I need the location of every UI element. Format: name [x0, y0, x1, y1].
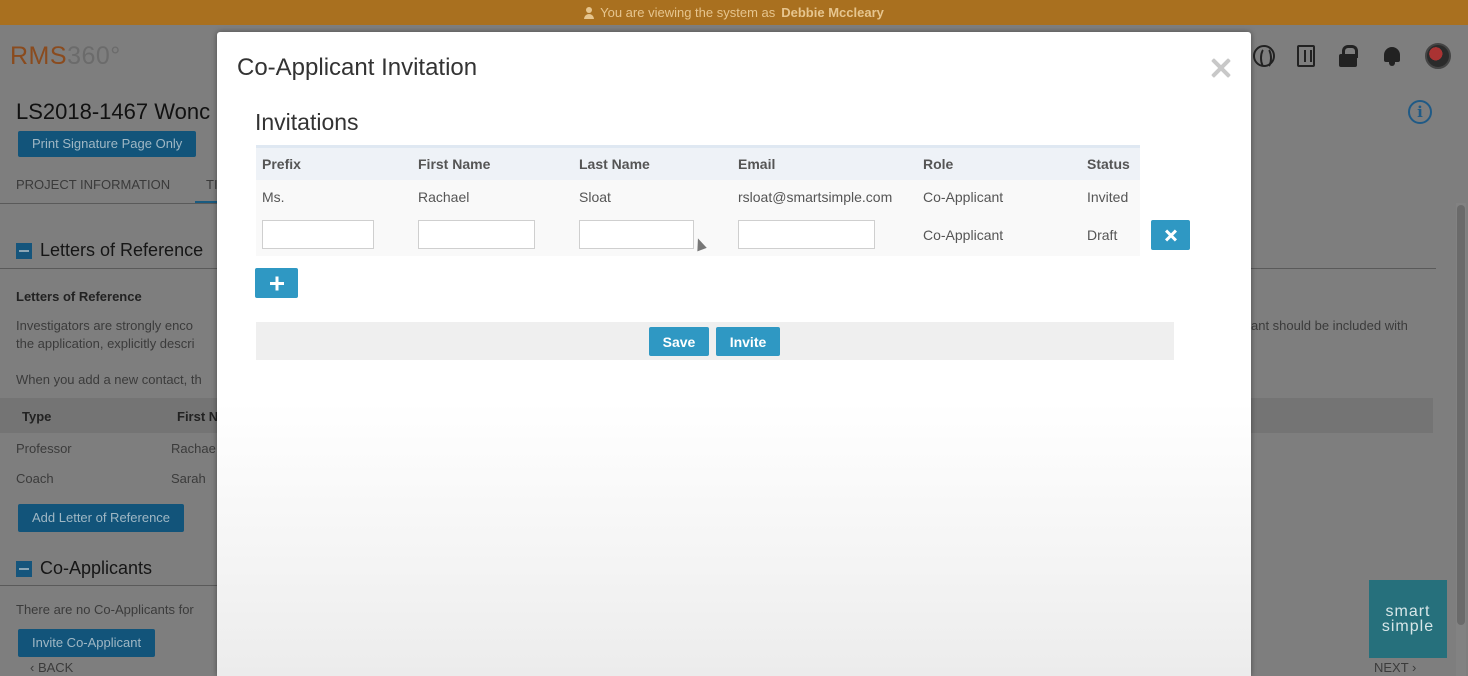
col-prefix: Prefix — [256, 145, 412, 180]
last-name-input[interactable] — [579, 220, 694, 249]
banner-user: Debbie Mccleary — [781, 5, 884, 20]
next-link[interactable]: NEXT › — [1374, 660, 1416, 675]
print-signature-button[interactable]: Print Signature Page Only — [18, 131, 197, 157]
banner-text: You are viewing the system as — [600, 5, 776, 20]
page-title: LS2018-1467 Wonc — [16, 99, 211, 124]
invite-coapplicant-button[interactable]: Invite Co-Applicant — [18, 629, 156, 657]
tab-second[interactable]: TI — [206, 177, 218, 192]
letter-row-type: Coach — [16, 471, 54, 486]
col-status: Status — [1081, 145, 1140, 180]
add-letter-button[interactable]: Add Letter of Reference — [18, 504, 185, 532]
save-button[interactable]: Save — [649, 327, 709, 356]
add-row-button[interactable] — [255, 268, 298, 298]
cell-first-name — [412, 213, 573, 256]
modal-body-empty — [217, 402, 1251, 676]
letter-row-first: Sarah — [171, 471, 206, 486]
watermark-line2: simple — [1381, 618, 1435, 635]
coapplicants-section-heading[interactable]: Co-Applicants — [16, 558, 152, 579]
plus-icon — [269, 276, 284, 290]
cell-prefix — [256, 213, 412, 256]
prefix-input[interactable] — [262, 220, 374, 249]
remove-row-button[interactable] — [1151, 220, 1190, 250]
section-divider — [0, 585, 217, 586]
user-icon — [584, 6, 595, 19]
col-first-name: First Name — [412, 145, 573, 180]
letters-para-right: ant should be included with — [1251, 318, 1408, 333]
cell-status: Invited — [1081, 179, 1140, 214]
cell-first-name: Rachael — [412, 179, 573, 214]
modal-title: Co-Applicant Invitation — [237, 54, 478, 81]
section-divider-right — [1251, 268, 1436, 269]
letters-table-header-right — [1251, 398, 1433, 433]
lock-icon[interactable] — [1337, 45, 1359, 67]
letters-para-line1: Investigators are strongly enco — [16, 318, 194, 333]
building-icon[interactable] — [1297, 45, 1315, 67]
cell-last-name: Sloat — [573, 179, 732, 214]
globe-icon[interactable] — [1253, 45, 1275, 69]
letters-section-heading[interactable]: Letters of Reference — [16, 240, 203, 261]
rms360-logo[interactable]: RMS360° — [10, 42, 121, 71]
close-icon[interactable] — [1207, 54, 1235, 82]
header-icons — [1253, 43, 1451, 69]
email-input[interactable] — [738, 220, 875, 249]
letter-row-first: Rachae — [171, 441, 216, 456]
page-scrollbar-thumb[interactable] — [1457, 205, 1465, 625]
first-name-input[interactable] — [418, 220, 535, 249]
modal-action-bar — [256, 322, 1174, 360]
cell-email: rsloat@smartsimple.com — [732, 179, 917, 214]
bell-icon[interactable] — [1381, 45, 1403, 67]
cell-role: Co-Applicant — [917, 179, 1081, 214]
col-last-name: Last Name — [573, 145, 732, 180]
back-link[interactable]: ‹ BACK — [30, 660, 73, 675]
cell-last-name — [573, 213, 732, 256]
coapplicants-empty-text: There are no Co-Applicants for — [16, 602, 194, 617]
tab-divider — [0, 203, 217, 204]
section-divider — [0, 268, 217, 269]
table-header-row: Prefix First Name Last Name Email Role S… — [256, 145, 1140, 180]
letters-para2: When you add a new contact, th — [16, 372, 202, 387]
letters-label: Letters of Reference — [16, 289, 142, 304]
collapse-icon[interactable] — [16, 560, 32, 577]
coapplicants-heading-text: Co-Applicants — [40, 558, 153, 578]
cell-email — [732, 213, 917, 256]
invitations-heading: Invitations — [255, 109, 359, 135]
cell-prefix: Ms. — [256, 179, 412, 214]
impersonation-banner: You are viewing the system as Debbie Mcc… — [0, 0, 1468, 25]
invite-button[interactable]: Invite — [716, 327, 780, 356]
col-email: Email — [732, 145, 917, 180]
letters-heading-text: Letters of Reference — [40, 240, 204, 260]
smartsimple-watermark: smart simple — [1369, 580, 1447, 658]
collapse-icon[interactable] — [16, 242, 32, 259]
info-icon[interactable]: i — [1408, 100, 1432, 124]
col-type: Type — [22, 409, 52, 424]
tab-project-information[interactable]: PROJECT INFORMATION — [16, 177, 170, 192]
col-first-name: First N — [177, 409, 219, 424]
close-x-icon — [1164, 228, 1178, 242]
letters-para-line2: the application, explicitly descri — [16, 336, 195, 351]
col-role: Role — [917, 145, 1081, 180]
watermark-line1: smart — [1385, 603, 1431, 620]
cell-status: Draft — [1081, 213, 1140, 256]
cell-role: Co-Applicant — [917, 213, 1081, 256]
table-row: Ms. Rachael Sloat rsloat@smartsimple.com… — [256, 179, 1140, 214]
letter-row-type: Professor — [16, 441, 72, 456]
co-applicant-invitation-modal: Co-Applicant Invitation Invitations Pref… — [217, 32, 1251, 676]
avatar[interactable] — [1425, 43, 1451, 69]
